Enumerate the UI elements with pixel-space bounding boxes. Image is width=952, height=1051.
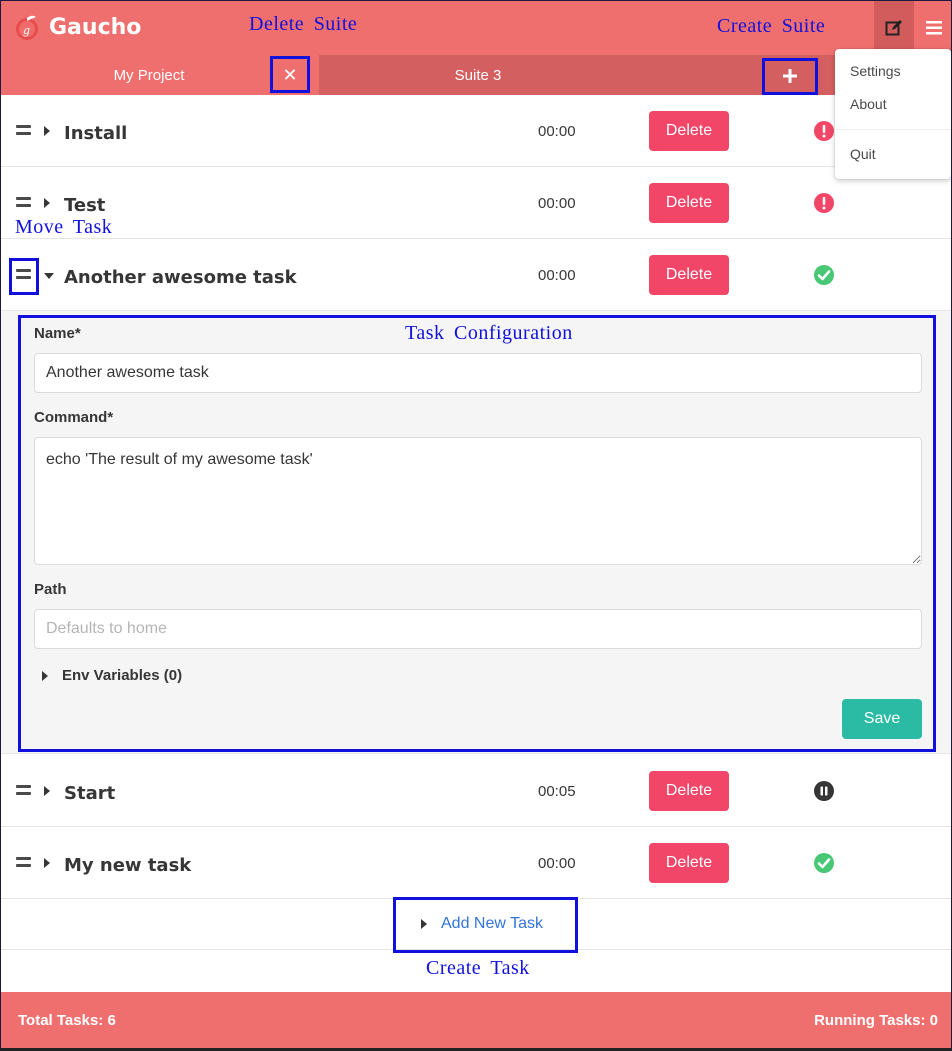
- task-name[interactable]: Another awesome task: [64, 267, 297, 288]
- running-tasks-count: Running Tasks: 0: [814, 1012, 938, 1029]
- paused-status-icon: [814, 781, 834, 801]
- success-status-icon: [814, 265, 834, 285]
- task-name[interactable]: My new task: [64, 855, 191, 876]
- task-name[interactable]: Install: [64, 123, 127, 144]
- delete-task-button[interactable]: Delete: [649, 771, 729, 811]
- task-name[interactable]: Test: [64, 195, 105, 216]
- error-status-icon: [814, 193, 834, 213]
- delete-task-button[interactable]: Delete: [649, 255, 729, 295]
- task-row: Install 00:00 Delete: [1, 95, 951, 167]
- caret-right-icon[interactable]: [44, 198, 50, 208]
- app-name: Gaucho: [49, 14, 142, 40]
- delete-task-button[interactable]: Delete: [649, 843, 729, 883]
- annotation-move-task: Move Task: [15, 216, 113, 238]
- app-window: g Gaucho My Project ✕ Suite 3 Settings A…: [0, 0, 952, 1051]
- caret-right-icon[interactable]: [44, 786, 50, 796]
- annotation-box-create-task: [393, 897, 578, 953]
- caret-right-icon[interactable]: [44, 126, 50, 136]
- menu-divider: [835, 129, 951, 130]
- total-tasks-count: Total Tasks: 6: [18, 1012, 116, 1029]
- annotation-box-create-suite: [762, 58, 818, 95]
- task-time: 00:05: [538, 783, 576, 800]
- menu-button[interactable]: [914, 1, 951, 55]
- task-time: 00:00: [538, 855, 576, 872]
- task-time: 00:00: [538, 267, 576, 284]
- tab-my-project[interactable]: My Project: [1, 55, 297, 95]
- edit-button[interactable]: [874, 1, 914, 55]
- status-footer: Total Tasks: 6 Running Tasks: 0: [1, 992, 951, 1048]
- tab-suite-3[interactable]: Suite 3: [319, 55, 637, 95]
- brand: g Gaucho: [13, 13, 141, 41]
- task-row: My new task 00:00 Delete: [1, 827, 951, 899]
- task-row: Start 00:05 Delete: [1, 755, 951, 827]
- delete-task-button[interactable]: Delete: [649, 183, 729, 223]
- task-time: 00:00: [538, 195, 576, 212]
- success-status-icon: [814, 853, 834, 873]
- edit-icon: [885, 20, 902, 36]
- drag-handle-icon[interactable]: [16, 125, 32, 137]
- main-menu-dropdown: Settings About Quit: [835, 49, 951, 179]
- menu-item-settings[interactable]: Settings: [850, 63, 901, 79]
- drag-handle-icon[interactable]: [16, 785, 32, 797]
- annotation-box-move-task: [9, 258, 39, 295]
- caret-down-icon[interactable]: [44, 273, 54, 279]
- svg-text:g: g: [23, 24, 30, 37]
- drag-handle-icon[interactable]: [16, 197, 32, 209]
- task-time: 00:00: [538, 123, 576, 140]
- delete-task-button[interactable]: Delete: [649, 111, 729, 151]
- annotation-create-task: Create Task: [426, 957, 530, 979]
- annotation-box-delete-suite: [270, 56, 310, 93]
- caret-right-icon[interactable]: [44, 858, 50, 868]
- annotation-create-suite: Create Suite: [717, 15, 826, 37]
- menu-item-quit[interactable]: Quit: [850, 146, 876, 162]
- drag-handle-icon[interactable]: [16, 857, 32, 869]
- menu-item-about[interactable]: About: [850, 96, 887, 112]
- annotation-delete-suite: Delete Suite: [249, 13, 358, 35]
- error-status-icon: [814, 121, 834, 141]
- task-row: Test 00:00 Delete: [1, 167, 951, 239]
- hamburger-menu-icon: [926, 21, 942, 35]
- gaucho-logo-icon: g: [16, 15, 38, 40]
- task-name[interactable]: Start: [64, 783, 115, 804]
- annotation-box-task-configuration: [18, 315, 936, 752]
- task-row-expanded: Another awesome task 00:00 Delete: [1, 239, 951, 311]
